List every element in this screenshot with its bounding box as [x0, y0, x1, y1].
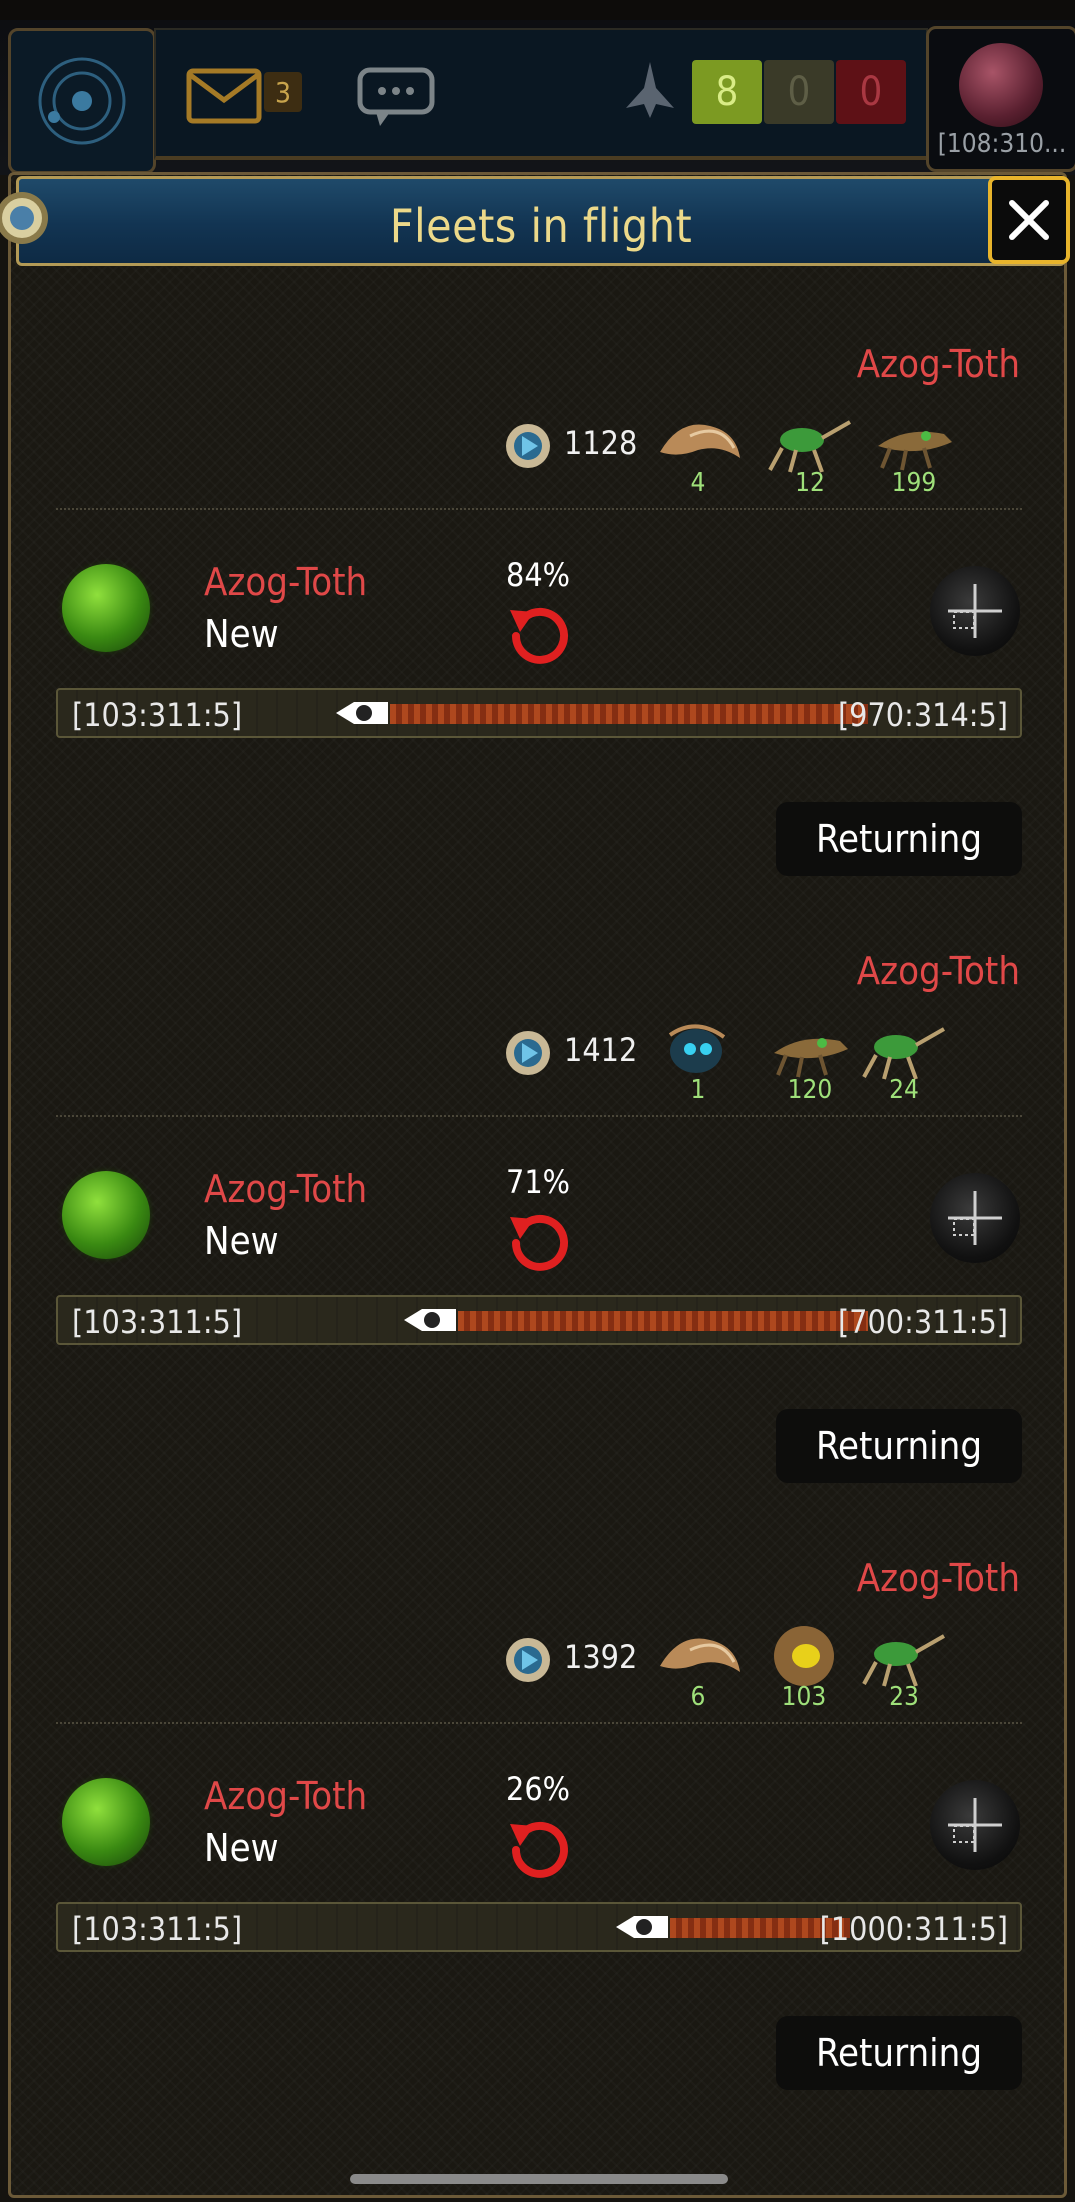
panel-title-bar: Fleets in flight — [16, 176, 1066, 266]
hud-toolbar: 3 8 0 0 — [154, 28, 928, 160]
ship-stack: 120 — [762, 1015, 858, 1105]
ship-count: 120 — [787, 1075, 833, 1105]
planet-icon — [959, 43, 1043, 127]
resource-amount: 1412 — [564, 1031, 638, 1069]
fleet-ship-icon[interactable] — [620, 58, 680, 122]
fleet-status: New — [204, 1219, 279, 1263]
galaxy-icon — [38, 57, 126, 145]
ship-count: 23 — [889, 1682, 919, 1712]
return-arrow-icon — [510, 1821, 568, 1878]
hostile-fleet-count[interactable]: 0 — [836, 60, 906, 124]
progress-percent: 84% — [506, 556, 570, 594]
origin-coordinates[interactable]: [103:311:5] — [72, 1303, 242, 1341]
origin-owner[interactable]: Azog-Toth — [204, 560, 367, 604]
ship-stack: 4 — [650, 408, 746, 498]
progress-percent: 71% — [506, 1163, 570, 1201]
planet-coordinates: [108:310... — [937, 129, 1067, 159]
mail-icon[interactable] — [186, 68, 262, 124]
resource-amount: 1392 — [564, 1638, 638, 1676]
ship-stack: 23 — [856, 1622, 952, 1712]
resource-strip — [0, 0, 1075, 20]
returning-button[interactable]: Returning — [776, 1409, 1022, 1483]
origin-coordinates[interactable]: [103:311:5] — [72, 1910, 242, 1948]
origin-planet-icon[interactable] — [62, 1171, 150, 1259]
ship-count: 12 — [795, 468, 825, 498]
ship-stack: 1 — [650, 1015, 746, 1105]
fleet-entry[interactable]: Azog-Toth 1392 6 103 23 Azog-Toth New 26… — [0, 1556, 1075, 2163]
target-coordinates[interactable]: [1000:311:5] — [820, 1910, 1008, 1948]
fleet-owner[interactable]: Azog-Toth — [857, 1556, 1020, 1600]
progress-fill — [458, 1311, 868, 1331]
target-coordinates[interactable]: [700:311:5] — [838, 1303, 1008, 1341]
ship-stack: 12 — [762, 408, 858, 498]
panel-knob-icon — [0, 192, 48, 244]
target-crosshair-icon[interactable] — [930, 1780, 1020, 1870]
fleet-entry[interactable]: Azog-Toth 1128 4 12 199 Azog-Toth New 84… — [0, 342, 1075, 949]
target-coordinates[interactable]: [970:314:5] — [838, 696, 1008, 734]
resource-icon — [506, 1031, 550, 1075]
fleet-status: New — [204, 612, 279, 656]
ship-count: 24 — [889, 1075, 919, 1105]
home-indicator[interactable] — [350, 2174, 728, 2184]
resource-amount: 1128 — [564, 424, 638, 462]
resource-icon — [506, 1638, 550, 1682]
ship-count: 199 — [891, 468, 937, 498]
flight-progress-track: [103:311:5] [970:314:5] — [56, 688, 1022, 738]
return-arrow-icon — [510, 1214, 568, 1271]
chat-icon[interactable] — [356, 66, 436, 130]
origin-owner[interactable]: Azog-Toth — [204, 1167, 367, 1211]
ship-count: 6 — [690, 1682, 706, 1712]
ship-stack: 24 — [856, 1015, 952, 1105]
fleet-divider — [56, 1722, 1022, 1724]
ship-stack: 199 — [866, 408, 962, 498]
fleet-marker-icon — [404, 1309, 456, 1331]
close-icon — [1009, 200, 1049, 240]
panel-title: Fleets in flight — [389, 199, 693, 253]
top-hud: 3 8 0 0 [108:310... — [0, 0, 1075, 175]
flight-progress-track: [103:311:5] [1000:311:5] — [56, 1902, 1022, 1952]
flight-progress-track: [103:311:5] [700:311:5] — [56, 1295, 1022, 1345]
ship-stack: 6 — [650, 1622, 746, 1712]
current-planet-button[interactable]: [108:310... — [926, 26, 1075, 172]
target-crosshair-icon[interactable] — [930, 566, 1020, 656]
returning-button[interactable]: Returning — [776, 2016, 1022, 2090]
origin-owner[interactable]: Azog-Toth — [204, 1774, 367, 1818]
fleet-divider — [56, 508, 1022, 510]
return-arrow-icon — [510, 607, 568, 664]
resource-icon — [506, 424, 550, 468]
fleet-status: New — [204, 1826, 279, 1870]
fleet-marker-icon — [616, 1916, 668, 1938]
progress-percent: 26% — [506, 1770, 570, 1808]
ally-fleet-count[interactable]: 0 — [764, 60, 834, 124]
origin-planet-icon[interactable] — [62, 564, 150, 652]
mail-count-badge: 3 — [264, 72, 302, 112]
galaxy-map-button[interactable] — [8, 28, 156, 174]
origin-coordinates[interactable]: [103:311:5] — [72, 696, 242, 734]
fleet-marker-icon — [336, 702, 388, 724]
ship-count: 4 — [690, 468, 706, 498]
progress-fill — [390, 704, 868, 724]
fleet-owner[interactable]: Azog-Toth — [857, 342, 1020, 386]
fleet-owner[interactable]: Azog-Toth — [857, 949, 1020, 993]
ship-count: 1 — [690, 1075, 706, 1105]
ship-count: 103 — [781, 1682, 827, 1712]
fleet-entry[interactable]: Azog-Toth 1412 1 120 24 Azog-Toth New 71… — [0, 949, 1075, 1556]
close-button[interactable] — [988, 176, 1070, 264]
ship-stack: 103 — [756, 1622, 852, 1712]
returning-button[interactable]: Returning — [776, 802, 1022, 876]
target-crosshair-icon[interactable] — [930, 1173, 1020, 1263]
origin-planet-icon[interactable] — [62, 1778, 150, 1866]
fleet-divider — [56, 1115, 1022, 1117]
own-fleet-count[interactable]: 8 — [692, 60, 762, 124]
